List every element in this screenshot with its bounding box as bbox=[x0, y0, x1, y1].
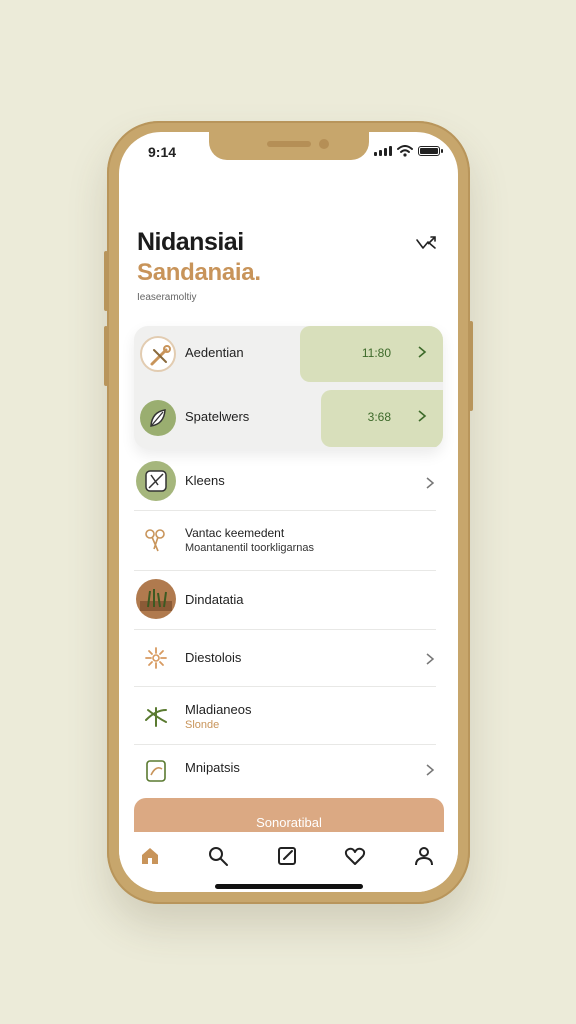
wifi-icon bbox=[397, 145, 413, 157]
edit-icon[interactable] bbox=[275, 844, 299, 868]
list-item[interactable]: Kleens bbox=[134, 455, 436, 511]
page-subtitle: Sandanaia. bbox=[137, 259, 261, 286]
list-item[interactable]: Dindatatia bbox=[134, 571, 436, 630]
status-time: 9:14 bbox=[148, 144, 177, 160]
list-item-label: Mnipatsis bbox=[185, 760, 240, 775]
scissors-icon bbox=[145, 529, 165, 552]
front-camera bbox=[319, 139, 329, 149]
phone-screen: 9:14 Nidansiai Sandanaia. Ieaseramoltiy bbox=[119, 132, 458, 892]
list-item[interactable]: Vantac keemedent Moantanentil toorkligar… bbox=[134, 511, 436, 571]
seed-packet-icon bbox=[146, 760, 166, 782]
page-title: Nidansiai bbox=[137, 228, 244, 256]
home-indicator bbox=[215, 884, 363, 889]
notch bbox=[209, 132, 369, 160]
flower-icon bbox=[145, 647, 167, 669]
summary-row[interactable]: Spatelwers 3:68 bbox=[134, 390, 443, 449]
speaker bbox=[267, 141, 311, 147]
list-item[interactable]: Mladianeos Slonde bbox=[134, 687, 436, 745]
chevron-right-icon bbox=[426, 764, 435, 776]
summary-row-value: 3:68 bbox=[367, 410, 391, 424]
list-item-label: Vantac keemedent bbox=[185, 526, 285, 540]
summary-row-label: Aedentian bbox=[185, 345, 244, 360]
tools-icon bbox=[140, 336, 176, 372]
tab-bar bbox=[119, 832, 458, 892]
phone-frame: 9:14 Nidansiai Sandanaia. Ieaseramoltiy bbox=[104, 121, 473, 904]
page-caption: Ieaseramoltiy bbox=[137, 292, 197, 303]
chevron-right-icon bbox=[426, 477, 435, 489]
list-item-sublabel: Moantanentil toorkligarnas bbox=[185, 542, 315, 554]
summary-row-value: 11:80 bbox=[361, 346, 391, 360]
leaf-icon bbox=[140, 400, 176, 436]
summary-row[interactable]: Aedentian 11:80 bbox=[134, 326, 443, 386]
trend-chart-icon[interactable] bbox=[414, 232, 438, 256]
list-item-label: Dindatatia bbox=[185, 592, 244, 607]
summary-row-label: Spatelwers bbox=[185, 409, 250, 424]
sprout-icon bbox=[145, 707, 167, 727]
signal-icon bbox=[374, 146, 392, 156]
list-item-sublabel: Slonde bbox=[185, 719, 220, 731]
status-icons bbox=[374, 145, 443, 157]
side-button bbox=[104, 326, 108, 386]
list-item[interactable]: Diestolois bbox=[134, 630, 436, 687]
chevron-right-icon bbox=[418, 410, 427, 422]
list-item-label: Mladianeos bbox=[185, 702, 252, 717]
list-item[interactable]: Mnipatsis bbox=[134, 745, 436, 797]
side-button bbox=[469, 321, 473, 411]
grass-photo-icon bbox=[136, 579, 176, 619]
search-icon[interactable] bbox=[206, 844, 230, 868]
home-icon[interactable] bbox=[138, 844, 162, 868]
chevron-right-icon bbox=[426, 653, 435, 665]
profile-icon[interactable] bbox=[412, 844, 436, 868]
side-button bbox=[104, 251, 108, 311]
list-item-label: Kleens bbox=[185, 473, 225, 488]
battery-icon bbox=[418, 146, 443, 156]
summary-card: Aedentian 11:80 Spatelwers 3:68 bbox=[134, 326, 443, 449]
chevron-right-icon bbox=[418, 346, 427, 358]
plant-badge-icon bbox=[136, 461, 176, 501]
heart-icon[interactable] bbox=[343, 844, 367, 868]
list-item-label: Diestolois bbox=[185, 650, 242, 665]
